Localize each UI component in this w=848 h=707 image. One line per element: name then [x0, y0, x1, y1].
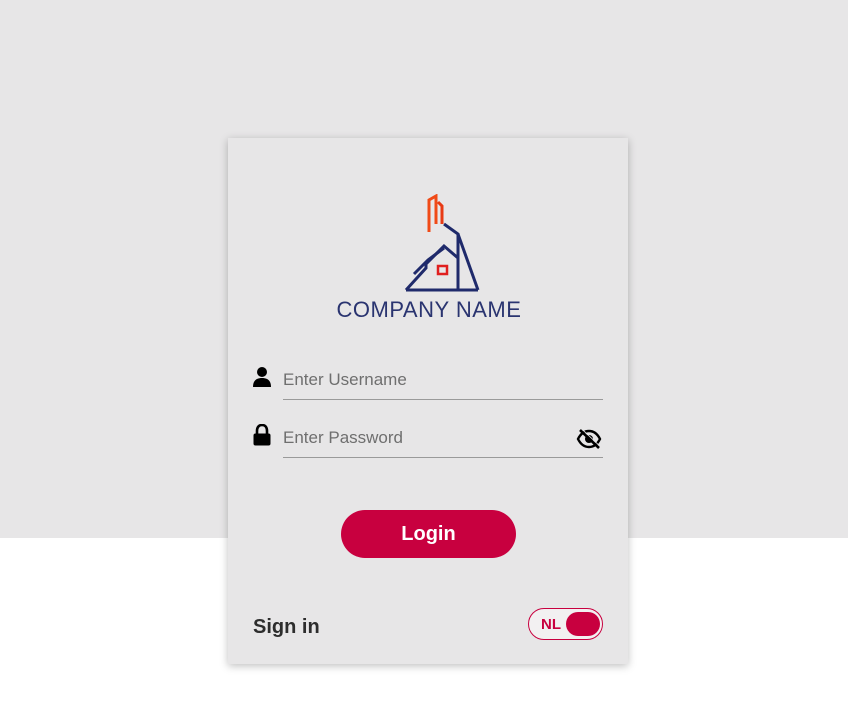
company-name: COMPANY NAME: [336, 297, 522, 322]
eye-off-icon[interactable]: [576, 428, 602, 450]
username-input[interactable]: [283, 360, 603, 400]
password-input[interactable]: [283, 418, 603, 458]
lock-icon: [252, 423, 272, 446]
username-field: [252, 360, 604, 404]
language-toggle[interactable]: NL: [528, 608, 603, 640]
user-icon: [252, 366, 272, 388]
login-card: COMPANY NAME Login Sign: [228, 138, 628, 664]
building-logo-icon: [404, 194, 480, 292]
password-field: [252, 418, 604, 462]
login-button[interactable]: Login: [341, 510, 516, 558]
company-logo: COMPANY NAME: [314, 194, 544, 324]
language-toggle-label: NL: [541, 616, 561, 633]
language-toggle-knob: [566, 612, 600, 636]
sign-in-label: Sign in: [253, 616, 320, 638]
